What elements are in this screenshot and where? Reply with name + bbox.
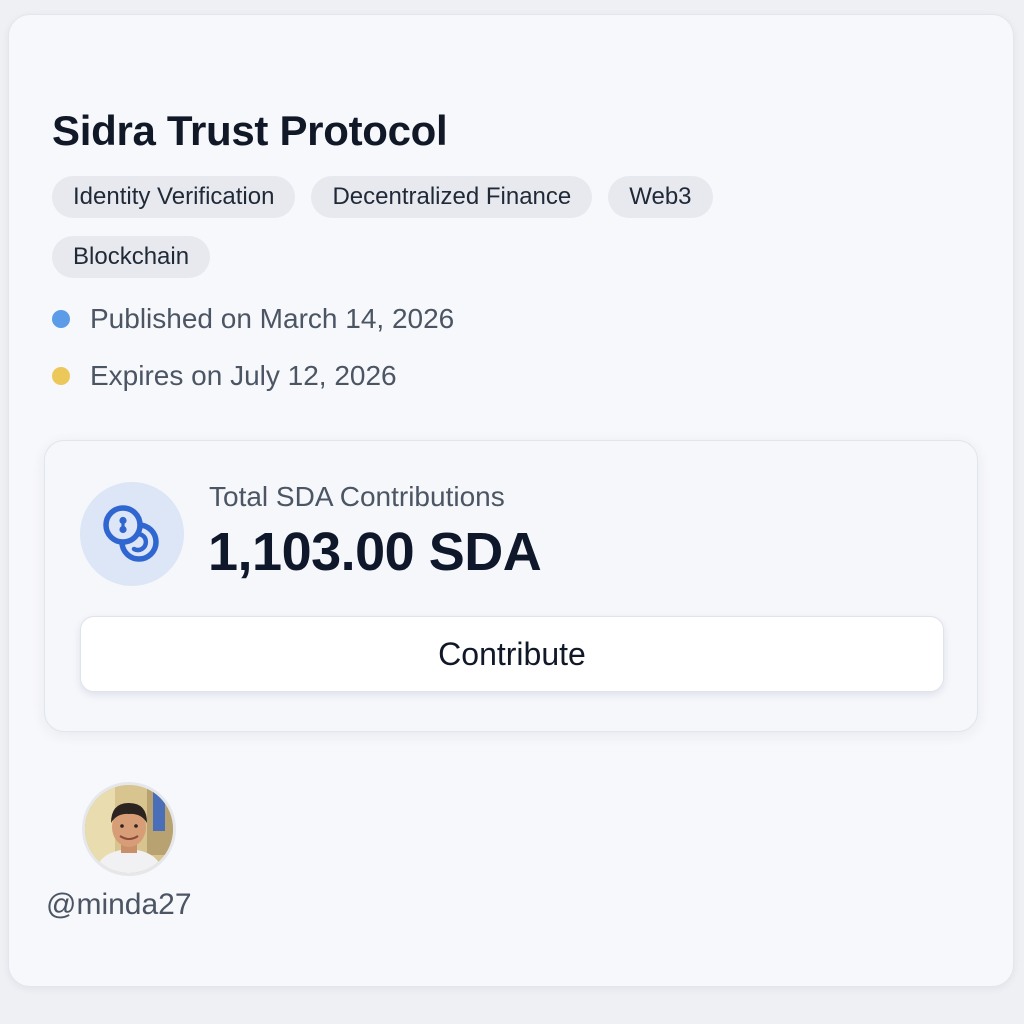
- project-card: Sidra Trust Protocol Identity Verificati…: [8, 14, 1014, 987]
- expiry-date-text: Expires on July 12, 2026: [90, 360, 397, 391]
- contributions-card: Total SDA Contributions 1,103.00 SDA Con…: [44, 440, 978, 732]
- contributions-total: 1,103.00 SDA: [208, 522, 542, 582]
- coins-icon: [80, 482, 184, 586]
- author-avatar[interactable]: [82, 782, 176, 876]
- author-handle[interactable]: @minda27: [46, 888, 192, 922]
- tag-blockchain[interactable]: Blockchain: [52, 236, 211, 278]
- tag-web3[interactable]: Web3: [608, 176, 713, 218]
- tag-identity-verification[interactable]: Identity Verification: [52, 176, 296, 218]
- project-title: Sidra Trust Protocol: [52, 107, 448, 154]
- expiry-status-dot-icon: [52, 367, 70, 385]
- contribute-button[interactable]: Contribute: [80, 616, 944, 692]
- published-date-text: Published on March 14, 2026: [90, 303, 455, 334]
- published-status-dot-icon: [52, 310, 70, 328]
- tag-decentralized-finance[interactable]: Decentralized Finance: [311, 176, 593, 218]
- published-date-row: Published on March 14, 2026: [52, 303, 454, 335]
- contributions-label: Total SDA Contributions: [209, 481, 505, 512]
- expiry-date-row: Expires on July 12, 2026: [52, 360, 397, 392]
- tag-list: Identity Verification Decentralized Fina…: [52, 176, 872, 278]
